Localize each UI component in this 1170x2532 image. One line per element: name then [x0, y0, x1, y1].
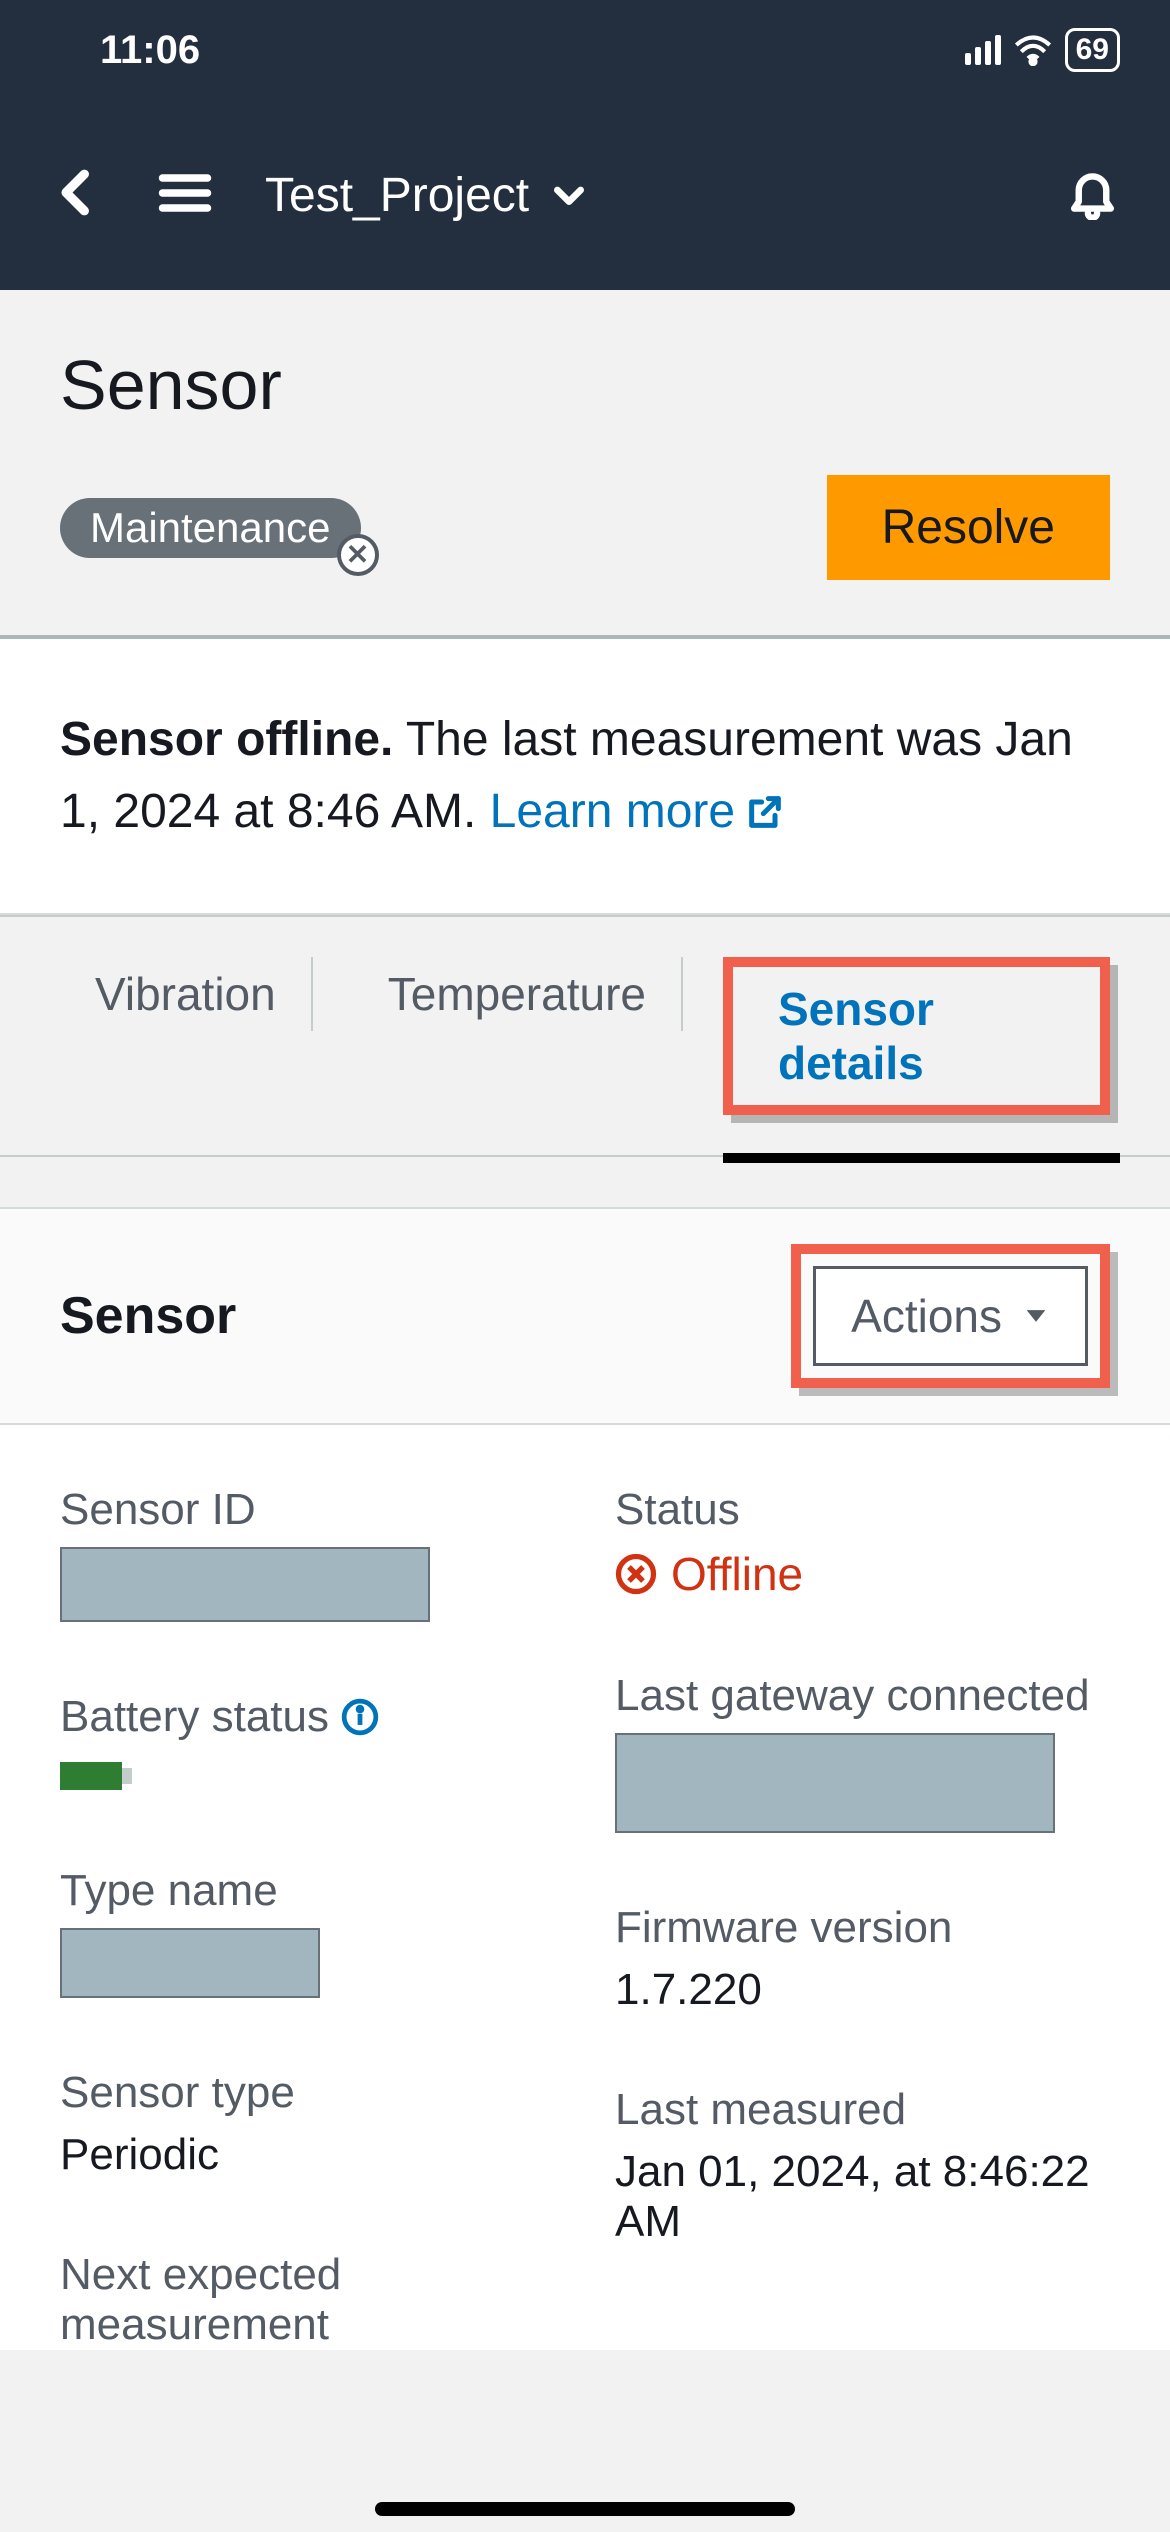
project-name: Test_Project [265, 168, 529, 223]
sensor-section-header: Sensor Actions [0, 1207, 1170, 1425]
highlight-box-tab: Sensor details [723, 957, 1110, 1115]
battery-level-icon [60, 1756, 555, 1796]
battery-status-label: Battery status [60, 1692, 555, 1742]
offline-alert-banner: Sensor offline. The last measurement was… [0, 635, 1170, 915]
sensor-id-label: Sensor ID [60, 1485, 555, 1535]
wifi-icon [1013, 34, 1053, 66]
back-button[interactable] [50, 165, 105, 225]
title-area: Sensor Maintenance ✕ Resolve [0, 290, 1170, 625]
next-expected-label: Next expected measurement [60, 2250, 555, 2350]
section-title: Sensor [60, 1286, 236, 1346]
highlight-box-actions: Actions [791, 1244, 1110, 1388]
sensor-type-value: Periodic [60, 2130, 555, 2180]
last-measured-label: Last measured [615, 2085, 1110, 2135]
project-picker[interactable]: Test_Project [265, 168, 589, 223]
info-icon[interactable] [341, 1698, 379, 1736]
alert-heading: Sensor offline. [60, 713, 393, 766]
chevron-down-icon [549, 175, 589, 215]
page-title: Sensor [60, 345, 1110, 425]
cellular-signal-icon [965, 35, 1001, 65]
notifications-bell-icon[interactable] [1065, 165, 1120, 225]
status-time: 11:06 [100, 28, 200, 73]
battery-indicator: 69 [1065, 28, 1120, 72]
home-indicator [375, 2502, 795, 2516]
type-name-value-redacted [60, 1928, 320, 1998]
status-indicators: 69 [965, 28, 1120, 72]
caret-down-icon [1022, 1302, 1050, 1330]
app-header: Test_Project [0, 100, 1170, 290]
status-label: Status [615, 1485, 1110, 1535]
maintenance-tag: Maintenance ✕ [60, 498, 361, 558]
tab-bar: Vibration Temperature Sensor details [0, 915, 1170, 1157]
actions-dropdown[interactable]: Actions [813, 1266, 1088, 1366]
type-name-label: Type name [60, 1866, 555, 1916]
learn-more-link[interactable]: Learn more [490, 776, 785, 848]
sensor-details-panel: Sensor ID Battery status Type name Senso… [0, 1425, 1170, 2350]
resolve-button[interactable]: Resolve [827, 475, 1110, 580]
details-left-column: Sensor ID Battery status Type name Senso… [60, 1485, 555, 2350]
firmware-label: Firmware version [615, 1903, 1110, 1953]
details-right-column: Status Offline Last gateway connected Fi… [615, 1485, 1110, 2350]
external-link-icon [745, 792, 785, 832]
status-value: Offline [615, 1547, 1110, 1601]
error-circle-icon [615, 1553, 657, 1595]
tab-vibration[interactable]: Vibration [60, 957, 313, 1031]
last-gateway-value-redacted [615, 1733, 1055, 1833]
sensor-id-value-redacted [60, 1547, 430, 1622]
firmware-value: 1.7.220 [615, 1965, 1110, 2015]
last-measured-value: Jan 01, 2024, at 8:46:22 AM [615, 2147, 1110, 2247]
tab-sensor-details[interactable]: Sensor details [743, 972, 1090, 1100]
last-gateway-label: Last gateway connected [615, 1671, 1110, 1721]
hamburger-menu-icon[interactable] [155, 163, 215, 228]
tab-temperature[interactable]: Temperature [353, 957, 683, 1031]
remove-tag-icon[interactable]: ✕ [337, 534, 379, 576]
sensor-type-label: Sensor type [60, 2068, 555, 2118]
ios-status-bar: 11:06 69 [0, 0, 1170, 100]
